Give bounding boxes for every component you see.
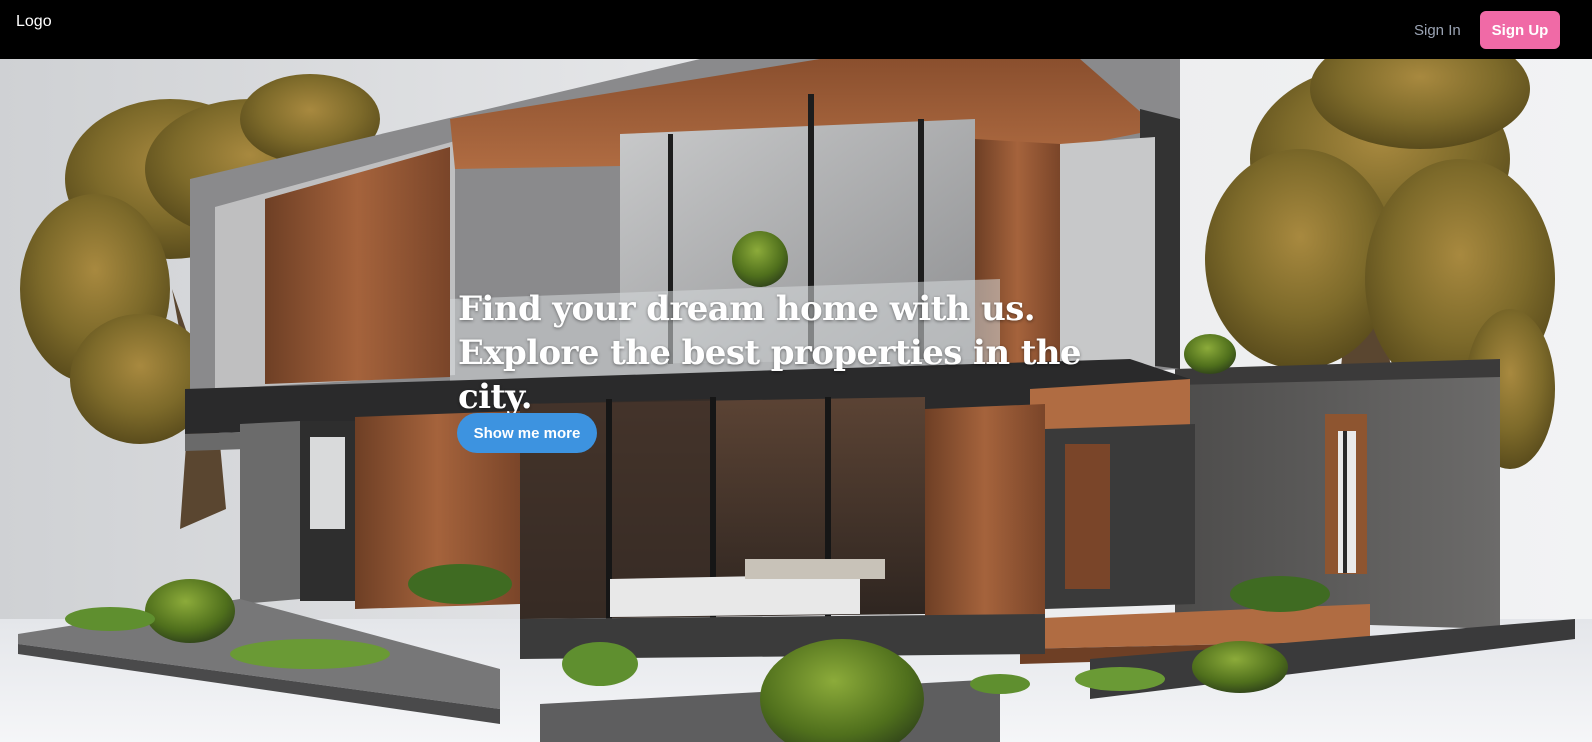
logo[interactable]: Logo [16,12,52,32]
hero-headline: Find your dream home with us. Explore th… [458,289,1082,417]
sign-in-link[interactable]: Sign In [1414,21,1461,41]
show-me-more-button[interactable]: Show me more [457,413,597,453]
top-navbar: Logo Sign In Sign Up [0,0,1592,59]
sign-up-button[interactable]: Sign Up [1480,11,1560,49]
landing-page: Logo Sign In Sign Up Find your dream hom… [0,0,1592,742]
